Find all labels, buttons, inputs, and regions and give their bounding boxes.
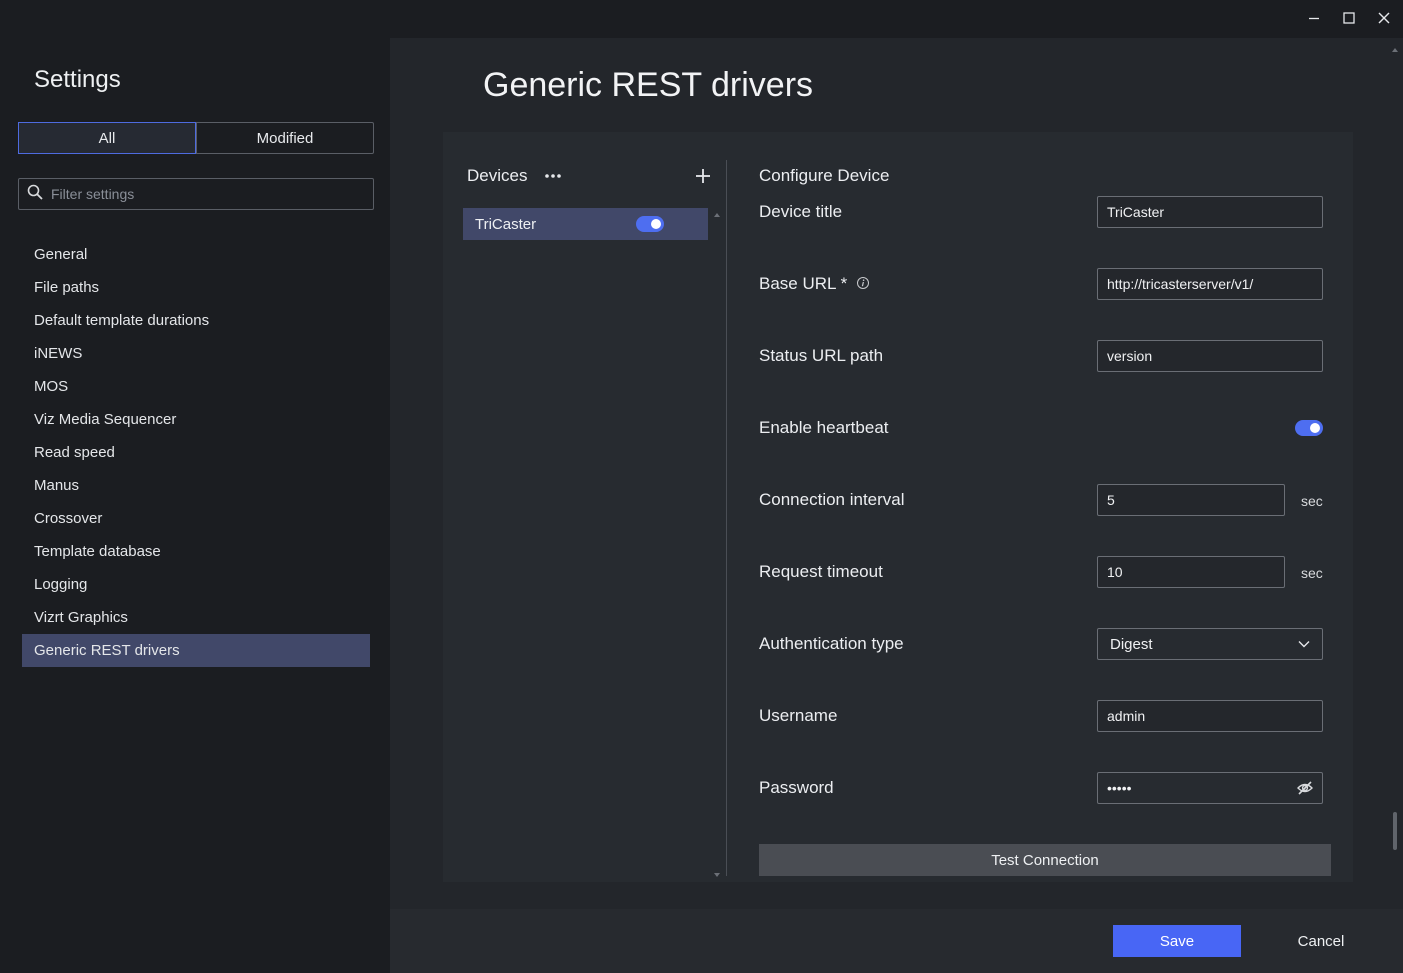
filter-segmented-control: All Modified	[18, 122, 374, 154]
close-icon[interactable]	[1372, 6, 1396, 30]
authentication-type-select[interactable]: Digest	[1097, 628, 1323, 660]
connection-interval-unit: sec	[1301, 493, 1323, 509]
authentication-type-label: Authentication type	[759, 634, 904, 653]
base-url-input[interactable]	[1097, 268, 1323, 300]
footer-bar: Save Cancel	[390, 909, 1403, 973]
base-url-label-group: Base URL *	[759, 274, 870, 295]
authentication-type-value: Digest	[1110, 635, 1153, 653]
status-url-path-label: Status URL path	[759, 346, 884, 365]
configure-device-title: Configure Device	[759, 166, 890, 185]
username-label: Username	[759, 706, 838, 725]
nav-item-manus[interactable]: Manus	[22, 469, 370, 502]
tab-modified[interactable]: Modified	[196, 123, 373, 153]
enable-heartbeat-label: Enable heartbeat	[759, 418, 889, 437]
driver-card: Devices TriCaster Configure Device Devic…	[443, 132, 1353, 882]
nav-item-mos[interactable]: MOS	[22, 370, 370, 403]
nav-item-vizrt-graphics[interactable]: Vizrt Graphics	[22, 601, 370, 634]
maximize-icon[interactable]	[1337, 6, 1361, 30]
devices-header: Devices	[467, 160, 712, 190]
main-panel: Generic REST drivers Devices TriCaster C…	[390, 38, 1403, 909]
nav-item-generic-rest-drivers[interactable]: Generic REST drivers	[22, 634, 370, 667]
nav-item-default-template-durations[interactable]: Default template durations	[22, 304, 370, 337]
main-scrollbar-thumb[interactable]	[1393, 812, 1397, 850]
add-device-icon[interactable]	[691, 164, 715, 188]
status-url-path-input[interactable]	[1097, 340, 1323, 372]
devices-label: Devices	[467, 166, 528, 185]
scroll-down-arrow-icon[interactable]	[713, 866, 721, 877]
page-title: Generic REST drivers	[483, 66, 814, 104]
device-list-item[interactable]: TriCaster	[463, 208, 708, 240]
password-input[interactable]	[1098, 773, 1288, 803]
filter-settings-box	[18, 178, 374, 210]
device-name: TriCaster	[475, 215, 537, 233]
connection-interval-label: Connection interval	[759, 490, 905, 509]
nav-item-general[interactable]: General	[22, 238, 370, 271]
nav-item-logging[interactable]: Logging	[22, 568, 370, 601]
device-title-label: Device title	[759, 202, 843, 221]
nav-item-crossover[interactable]: Crossover	[22, 502, 370, 535]
cancel-button[interactable]: Cancel	[1281, 925, 1361, 957]
device-enabled-toggle[interactable]	[636, 216, 664, 232]
column-divider	[726, 160, 727, 876]
request-timeout-unit: sec	[1301, 565, 1323, 581]
search-icon	[27, 184, 43, 205]
enable-heartbeat-toggle[interactable]	[1295, 420, 1323, 436]
nav-item-inews[interactable]: iNEWS	[22, 337, 370, 370]
tab-all[interactable]: All	[18, 122, 196, 154]
scroll-up-arrow-icon[interactable]	[713, 206, 721, 217]
info-icon[interactable]	[856, 275, 870, 295]
more-options-icon[interactable]	[541, 164, 565, 188]
eye-slash-icon[interactable]	[1296, 779, 1314, 802]
nav-item-file-paths[interactable]: File paths	[22, 271, 370, 304]
device-title-input[interactable]	[1097, 196, 1323, 228]
password-field	[1097, 772, 1323, 804]
request-timeout-input[interactable]	[1097, 556, 1285, 588]
connection-interval-input[interactable]	[1097, 484, 1285, 516]
main-scroll-up-arrow-icon[interactable]	[1391, 40, 1399, 52]
username-input[interactable]	[1097, 700, 1323, 732]
minimize-icon[interactable]	[1302, 6, 1326, 30]
nav-item-read-speed[interactable]: Read speed	[22, 436, 370, 469]
filter-settings-input[interactable]	[51, 186, 351, 202]
save-button[interactable]: Save	[1113, 925, 1241, 957]
settings-title: Settings	[34, 66, 121, 93]
request-timeout-label: Request timeout	[759, 562, 883, 581]
base-url-label: Base URL *	[759, 274, 848, 293]
password-label: Password	[759, 778, 834, 797]
title-bar	[0, 0, 1403, 36]
test-connection-button[interactable]: Test Connection	[759, 844, 1331, 876]
settings-nav: General File paths Default template dura…	[22, 238, 370, 667]
nav-item-template-database[interactable]: Template database	[22, 535, 370, 568]
nav-item-viz-media-sequencer[interactable]: Viz Media Sequencer	[22, 403, 370, 436]
chevron-down-icon	[1298, 641, 1310, 648]
